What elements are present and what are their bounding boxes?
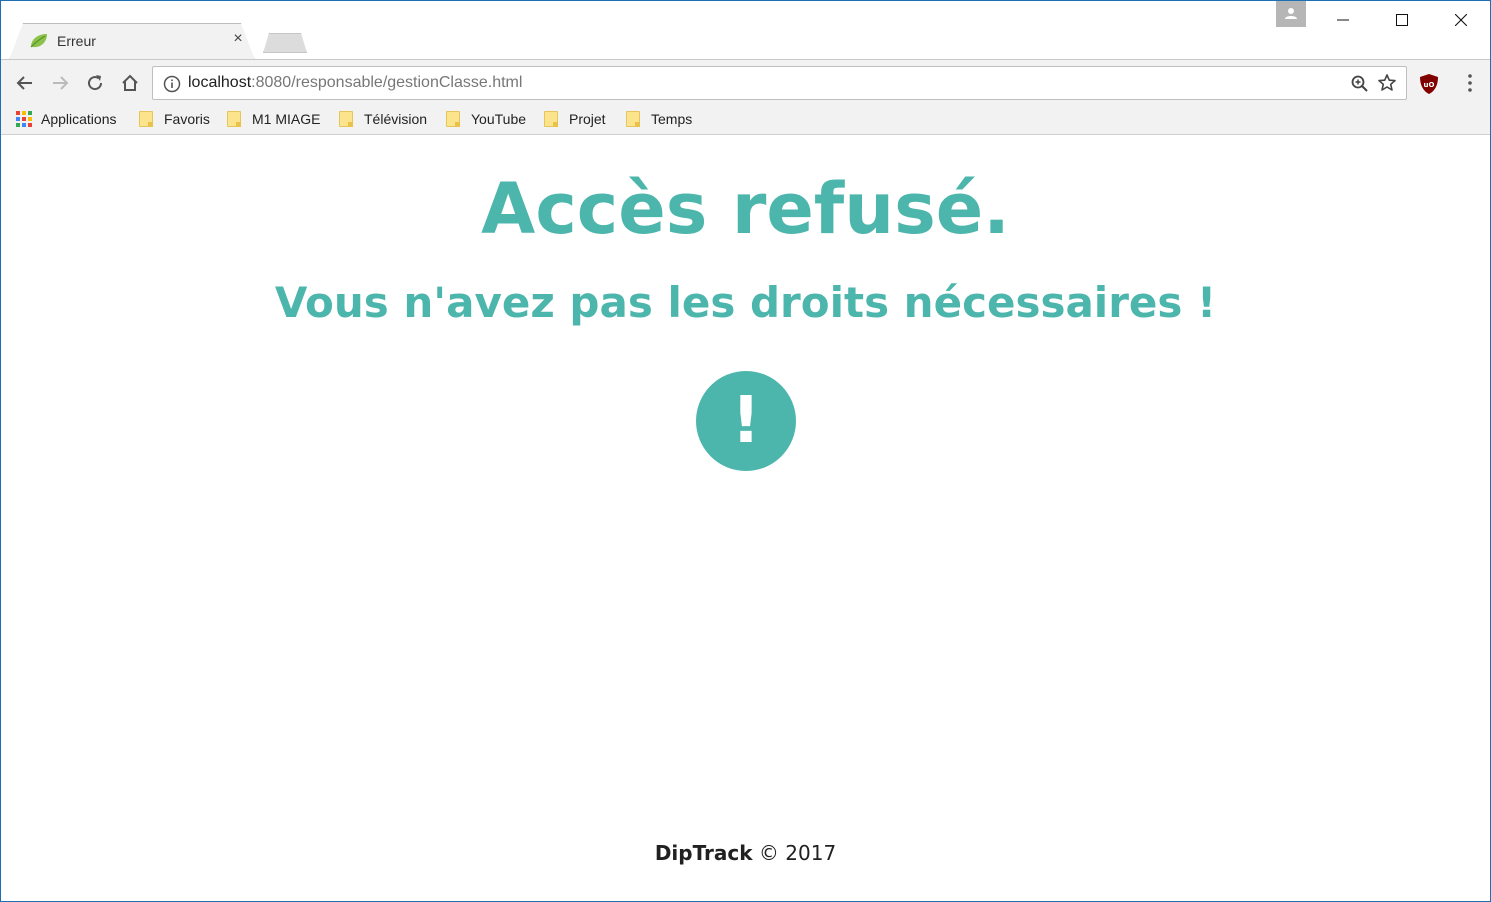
url-text[interactable]: localhost:8080/responsable/gestionClasse… xyxy=(188,74,522,92)
exclamation-mark: ! xyxy=(731,384,761,458)
spring-leaf-icon xyxy=(29,33,49,49)
folder-icon xyxy=(339,111,353,127)
apps-grid-icon xyxy=(16,111,32,127)
tab-content: Erreur × xyxy=(9,23,255,60)
reload-button[interactable] xyxy=(82,70,108,96)
browser-window: Erreur × localhost:8080/responsable/gest… xyxy=(0,0,1491,902)
url-host: localhost xyxy=(188,74,252,91)
bookmark-label: Télévision xyxy=(364,111,428,127)
info-icon[interactable] xyxy=(163,75,181,98)
maximize-button[interactable] xyxy=(1373,1,1431,39)
folder-icon xyxy=(626,111,640,127)
close-icon[interactable]: × xyxy=(229,30,247,48)
minimize-icon xyxy=(1337,19,1349,21)
page-title: Accès refusé. xyxy=(481,168,1010,250)
url-path: :8080/responsable/gestionClasse.html xyxy=(251,74,523,91)
address-bar[interactable]: localhost:8080/responsable/gestionClasse… xyxy=(152,66,1407,100)
page-subtitle: Vous n'avez pas les droits nécessaires ! xyxy=(274,278,1217,327)
title-bar: Erreur × xyxy=(1,1,1490,60)
bookmark-favoris[interactable]: Favoris xyxy=(139,108,210,130)
close-window-button[interactable] xyxy=(1432,1,1490,39)
folder-icon xyxy=(227,111,241,127)
footer-brand: DipTrack xyxy=(654,841,753,865)
zoom-icon[interactable] xyxy=(1350,74,1370,99)
bookmark-label: Favoris xyxy=(164,111,210,127)
bookmark-label: M1 MIAGE xyxy=(252,111,321,127)
profile-button[interactable] xyxy=(1276,1,1306,27)
bookmark-label: YouTube xyxy=(471,111,527,127)
page-footer: DipTrack © 2017 xyxy=(1,841,1490,865)
footer-copyright: © 2017 xyxy=(758,841,837,865)
bookmark-star-icon[interactable] xyxy=(1377,73,1397,98)
arrow-left-icon xyxy=(16,76,32,90)
person-icon xyxy=(1285,8,1297,19)
folder-icon xyxy=(544,111,558,127)
folder-icon xyxy=(139,111,153,127)
bookmark-m1-miage[interactable]: M1 MIAGE xyxy=(227,108,320,130)
arrow-right-icon xyxy=(53,76,69,90)
back-button[interactable] xyxy=(12,70,38,96)
page-content: Accès refusé. Vous n'avez pas les droits… xyxy=(1,136,1490,901)
menu-dots-icon[interactable] xyxy=(1460,72,1480,94)
bookmarks-bar: Applications Favoris M1 MIAGE Télévision… xyxy=(1,103,1490,135)
maximize-icon xyxy=(1396,14,1408,26)
bookmark-label: Projet xyxy=(569,111,606,127)
reload-icon xyxy=(88,75,103,91)
home-icon xyxy=(122,74,138,91)
bookmark-projet[interactable]: Projet xyxy=(544,108,606,130)
ublock-icon[interactable]: uO xyxy=(1418,73,1440,100)
bookmark-label: Temps xyxy=(651,111,693,127)
close-window-icon xyxy=(1455,14,1467,26)
bookmark-applications[interactable]: Applications xyxy=(16,108,117,130)
bookmark-television[interactable]: Télévision xyxy=(339,108,427,130)
forward-button[interactable] xyxy=(47,70,73,96)
bookmark-youtube[interactable]: YouTube xyxy=(446,108,526,130)
browser-toolbar: localhost:8080/responsable/gestionClasse… xyxy=(1,59,1490,103)
home-button[interactable] xyxy=(117,70,143,96)
bookmark-temps[interactable]: Temps xyxy=(626,108,692,130)
svg-text:uO: uO xyxy=(1424,81,1435,89)
tab-title: Erreur xyxy=(57,33,96,49)
folder-icon xyxy=(446,111,460,127)
bookmark-label: Applications xyxy=(41,111,117,127)
new-tab-button[interactable] xyxy=(263,33,307,53)
alert-icon: ! xyxy=(696,371,796,471)
minimize-button[interactable] xyxy=(1314,1,1372,39)
